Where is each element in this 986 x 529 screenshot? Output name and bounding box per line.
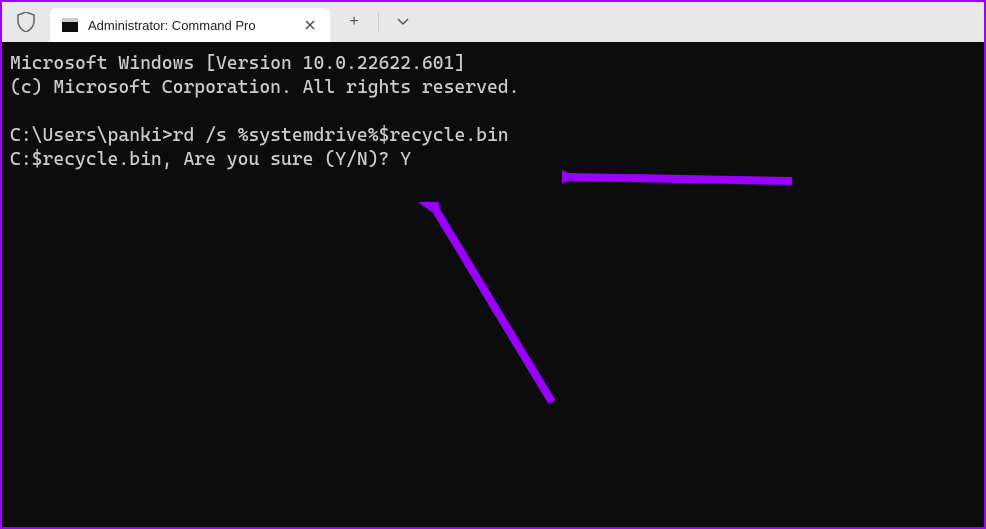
prompt-command: rd /s %systemdrive%$recycle.bin [173,125,509,146]
annotation-arrow-icon [562,163,802,193]
chevron-down-icon [397,18,409,26]
active-tab[interactable]: Administrator: Command Pro [50,8,330,42]
terminal-line: Microsoft Windows [Version 10.0.22622.60… [10,53,465,74]
terminal-window: Administrator: Command Pro + Microsoft W… [2,2,984,527]
titlebar: Administrator: Command Pro + [2,2,984,42]
tab-title: Administrator: Command Pro [88,18,292,33]
tab-dropdown-button[interactable] [383,5,423,39]
divider [378,12,379,32]
confirm-answer: Y [400,149,411,170]
confirm-prompt: C:$recycle.bin, Are you sure (Y/N)? [10,149,400,170]
new-tab-button[interactable]: + [334,5,374,39]
prompt-path: C:\Users\panki> [10,125,173,146]
plus-icon: + [349,13,358,31]
annotation-arrow-icon [402,202,572,412]
close-icon[interactable] [302,17,318,33]
terminal-body[interactable]: Microsoft Windows [Version 10.0.22622.60… [2,42,984,527]
cmd-icon [62,18,78,32]
terminal-line: (c) Microsoft Corporation. All rights re… [10,77,519,98]
shield-icon [14,10,38,34]
